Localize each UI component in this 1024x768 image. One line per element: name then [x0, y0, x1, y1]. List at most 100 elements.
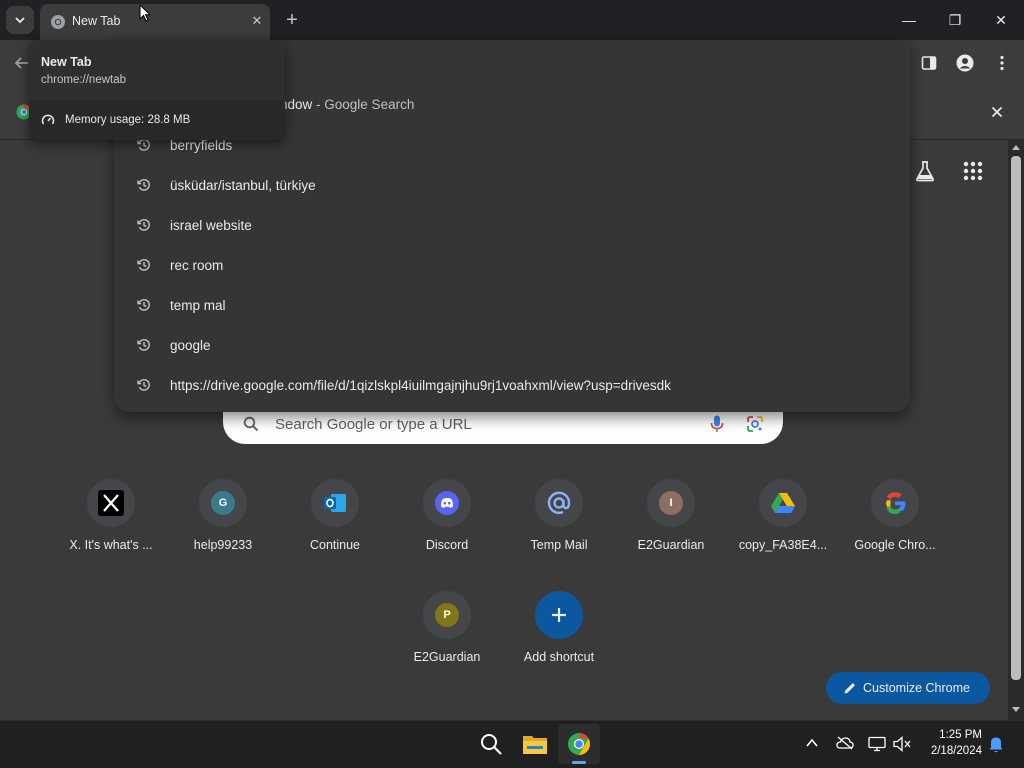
- shortcut-label: Discord: [425, 538, 469, 552]
- shortcut-icon-circle: I: [647, 479, 695, 527]
- history-clock-icon: [137, 379, 150, 391]
- tab-close-button[interactable]: ✕: [248, 12, 266, 30]
- onedrive-cloud-icon[interactable]: [836, 736, 854, 750]
- suggestion-row[interactable]: https://drive.google.com/file/d/1qizlskp…: [114, 365, 910, 405]
- labs-flask-icon[interactable]: [914, 160, 936, 182]
- suggestion-text: https://drive.google.com/file/d/1qizlskp…: [170, 377, 671, 393]
- shortcut-icon-circle: [871, 479, 919, 527]
- shortcut-tile[interactable]: Google Chro...: [839, 479, 951, 579]
- outlook-icon: [324, 494, 346, 512]
- hover-card-memory: Memory usage: 28.8 MB: [65, 114, 191, 126]
- shortcut-label: E2Guardian: [637, 538, 705, 552]
- google-drive-icon: [771, 493, 795, 513]
- file-explorer-icon[interactable]: [522, 732, 548, 756]
- suggestion-row[interactable]: google: [114, 325, 910, 365]
- suggestion-text: temp mal: [170, 297, 226, 313]
- suggestion-row[interactable]: rec room: [114, 245, 910, 285]
- shortcut-tile[interactable]: copy_FA38E4...: [727, 479, 839, 579]
- hover-card-url: chrome://newtab: [41, 74, 127, 86]
- suggestion-text: rec room: [170, 257, 224, 273]
- scroll-down-arrow-icon[interactable]: [1011, 706, 1021, 714]
- maximize-button[interactable]: ❐: [932, 0, 978, 40]
- shortcut-tile[interactable]: Add shortcut: [503, 591, 615, 691]
- letter-avatar: P: [435, 603, 459, 627]
- pencil-icon: [844, 683, 855, 694]
- scrollbar-thumb[interactable]: [1011, 156, 1021, 680]
- network-icon[interactable]: [868, 736, 886, 752]
- shortcut-label: Add shortcut: [523, 650, 595, 664]
- shortcut-label: Continue: [309, 538, 361, 552]
- history-clock-icon: [137, 179, 150, 191]
- plus-icon: [552, 608, 566, 622]
- search-icon: [243, 416, 259, 432]
- google-apps-icon[interactable]: [963, 161, 983, 181]
- taskbar-clock-time[interactable]: 1:25 PM: [930, 729, 982, 741]
- voice-search-icon[interactable]: [710, 415, 724, 433]
- more-menu-icon[interactable]: [996, 55, 1008, 71]
- shortcut-label: copy_FA38E4...: [738, 538, 828, 552]
- notification-bell-icon[interactable]: [988, 736, 1004, 754]
- shortcut-label: E2Guardian: [413, 650, 481, 664]
- suggestion-row[interactable]: israel website: [114, 205, 910, 245]
- back-arrow-icon[interactable]: [14, 55, 30, 71]
- customize-chrome-button[interactable]: Customize Chrome: [826, 672, 990, 704]
- shortcut-tile[interactable]: P E2Guardian: [391, 591, 503, 691]
- active-app-indicator: [572, 761, 586, 764]
- history-clock-icon: [137, 259, 150, 271]
- suggestion-top-search[interactable]: ndow - Google Search: [280, 97, 414, 112]
- new-tab-button[interactable]: +: [280, 8, 304, 32]
- suggestion-text: üsküdar/istanbul, türkiye: [170, 177, 316, 193]
- google-g-icon: [886, 492, 906, 514]
- mouse-cursor-icon: [139, 4, 151, 22]
- shortcut-icon-circle: P: [423, 591, 471, 639]
- tab-title: New Tab: [72, 14, 121, 28]
- shortcut-icon-circle: [423, 479, 471, 527]
- memory-gauge-icon: [41, 114, 55, 125]
- close-infobar-icon[interactable]: [991, 106, 1003, 118]
- suggestion-row[interactable]: üsküdar/istanbul, türkiye: [114, 165, 910, 205]
- shortcut-icon-circle: [759, 479, 807, 527]
- chevron-down-icon: [15, 17, 25, 24]
- search-input[interactable]: Search Google or type a URL: [275, 416, 472, 433]
- scroll-up-arrow-icon[interactable]: [1011, 143, 1021, 151]
- history-clock-icon: [137, 299, 150, 311]
- tab-hover-card: New Tab chrome://newtab Memory usage: 28…: [29, 40, 285, 140]
- suggestion-suffix: - Google Search: [312, 97, 415, 112]
- taskbar-search-icon[interactable]: [479, 732, 503, 756]
- x-logo-icon: [98, 490, 124, 516]
- letter-avatar: I: [659, 491, 683, 515]
- at-sign-icon: [547, 491, 571, 514]
- shortcut-label: help99233: [193, 538, 253, 552]
- minimize-button[interactable]: —: [886, 0, 932, 40]
- letter-avatar: G: [211, 491, 235, 515]
- shortcut-tile[interactable]: X. It's what's ...: [55, 479, 167, 579]
- shortcut-tile[interactable]: Discord: [391, 479, 503, 579]
- taskbar-clock-date[interactable]: 2/18/2024: [918, 745, 982, 757]
- chrome-favicon-icon: [51, 15, 65, 29]
- customize-chrome-label: Customize Chrome: [863, 681, 970, 695]
- discord-icon: [435, 491, 459, 515]
- shortcut-icon-circle: [87, 479, 135, 527]
- history-clock-icon: [137, 219, 150, 231]
- shortcut-icon-circle: G: [199, 479, 247, 527]
- volume-muted-icon[interactable]: [893, 736, 911, 752]
- hover-card-header: [29, 40, 285, 100]
- shortcut-label: Google Chro...: [854, 538, 936, 552]
- suggestion-row[interactable]: temp mal: [114, 285, 910, 325]
- shortcut-tile[interactable]: I E2Guardian: [615, 479, 727, 579]
- tab-search-button[interactable]: [6, 6, 34, 34]
- history-clock-icon: [137, 339, 150, 351]
- history-clock-icon: [137, 139, 150, 151]
- profile-avatar-icon[interactable]: [956, 54, 974, 72]
- shortcut-icon-circle: [535, 591, 583, 639]
- shortcut-tile[interactable]: Continue: [279, 479, 391, 579]
- close-window-button[interactable]: ✕: [978, 0, 1024, 40]
- shortcut-tile[interactable]: Temp Mail: [503, 479, 615, 579]
- shortcut-tile[interactable]: Ghelp99233: [167, 479, 279, 579]
- tab-new-tab[interactable]: New Tab ✕: [40, 4, 270, 40]
- google-lens-icon[interactable]: [746, 415, 764, 433]
- chevron-up-icon[interactable]: [806, 738, 818, 748]
- shortcut-icon-circle: [535, 479, 583, 527]
- side-panel-icon[interactable]: [921, 55, 937, 71]
- hover-card-title: New Tab: [41, 55, 92, 69]
